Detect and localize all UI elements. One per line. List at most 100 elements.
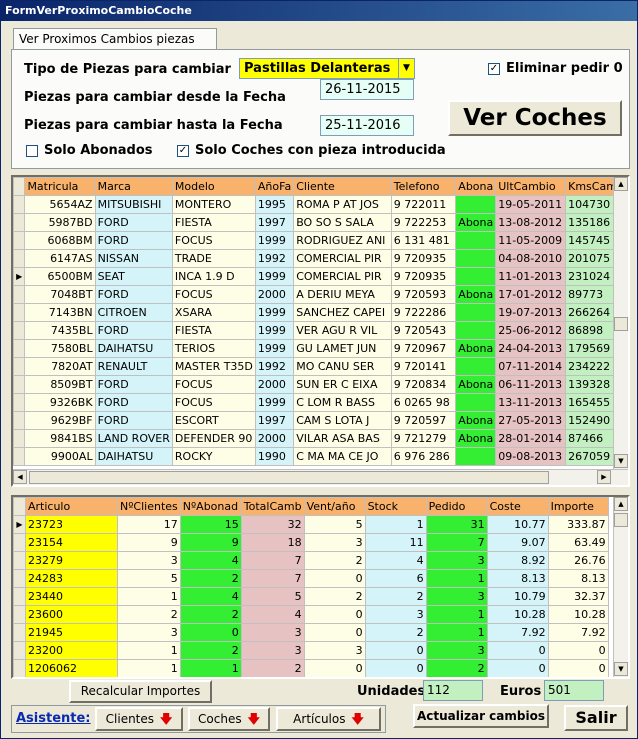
table-cell[interactable]: NISSAN xyxy=(94,249,173,268)
table-cell[interactable]: 2000 xyxy=(254,285,295,304)
scroll-up-icon[interactable]: ▲ xyxy=(614,497,628,511)
table-cell[interactable]: 9 720935 xyxy=(390,249,457,268)
table-cell[interactable]: 7048BT xyxy=(24,285,96,304)
table-cell[interactable]: 31 xyxy=(425,515,488,534)
table-cell[interactable]: 8.13 xyxy=(547,569,609,588)
table-cell[interactable]: 2000 xyxy=(254,429,295,448)
table-cell[interactable]: 18 xyxy=(240,533,305,552)
table-cell[interactable]: RODRIGUEZ ANI xyxy=(293,231,392,250)
table-cell[interactable]: 28-01-2014 xyxy=(495,429,567,448)
table-cell[interactable]: 1999 xyxy=(254,339,295,358)
table-cell[interactable]: INCA 1.9 D xyxy=(171,267,256,286)
table-cell[interactable]: 3 xyxy=(117,551,181,570)
table-cell[interactable] xyxy=(455,357,497,376)
row-selector[interactable] xyxy=(13,587,26,606)
table-row[interactable]: 9629BF FORD ESCORT 1997 CAM S LOTA J9 720597… xyxy=(13,411,628,430)
table-cell[interactable]: 9 720597 xyxy=(390,411,457,430)
table-cell[interactable]: TERIOS xyxy=(171,339,256,358)
table-cell[interactable]: 10.28 xyxy=(547,605,609,624)
table-cell[interactable]: C MA MA CE JO xyxy=(293,447,392,466)
table-cell[interactable]: FOCUS xyxy=(171,231,256,250)
table-cell[interactable]: CAM S LOTA J xyxy=(293,411,392,430)
table-cell[interactable]: SANCHEZ CAPEI xyxy=(293,303,392,322)
table-cell[interactable]: 2 xyxy=(179,641,242,660)
table-cell[interactable]: 1999 xyxy=(254,321,295,340)
salir-button[interactable]: Salir xyxy=(564,705,628,731)
table-cell[interactable]: 2000 xyxy=(254,375,295,394)
table-row[interactable]: 6147AS NISSAN TRADE 1992 COMERCIAL PIR 9 7209… xyxy=(13,249,628,268)
table-cell[interactable]: 2 xyxy=(179,605,242,624)
recalcular-importes-button[interactable]: Recalcular Importes xyxy=(69,680,212,703)
tab-ver-proximos-cambios[interactable]: Ver Proximos Cambios piezas xyxy=(13,28,217,50)
table-cell[interactable]: 2 xyxy=(364,623,427,642)
table-cell[interactable]: 1990 xyxy=(254,447,295,466)
table-cell[interactable]: 9 720593 xyxy=(390,285,457,304)
table-cell[interactable]: 0 xyxy=(486,641,549,660)
table-cell[interactable]: TRADE xyxy=(171,249,256,268)
row-selector[interactable] xyxy=(13,659,26,677)
table-row[interactable]: ▶ 6500BM SEAT INCA 1.9 D 1999 COMERCIAL PIR 9 … xyxy=(13,267,628,286)
table-row[interactable]: 23200 1 2 3 3 0 3 0 0 xyxy=(13,641,609,660)
table-cell[interactable]: 3 xyxy=(303,533,366,552)
table-cell[interactable]: 13-08-2012 xyxy=(495,213,567,232)
table-cell[interactable]: 9 720967 xyxy=(390,339,457,358)
column-header[interactable]: NºAbonad xyxy=(179,497,242,516)
hscroll-thumb[interactable] xyxy=(29,471,549,484)
row-selector[interactable] xyxy=(13,393,26,412)
scroll-up-icon[interactable]: ▲ xyxy=(614,177,628,191)
table-cell[interactable]: 1 xyxy=(425,623,488,642)
table-cell[interactable]: 07-11-2014 xyxy=(495,357,567,376)
table-cell[interactable]: 6 0265 98 xyxy=(390,393,457,412)
table-cell[interactable]: 0 xyxy=(364,659,427,677)
table-cell[interactable]: 23279 xyxy=(25,551,118,570)
table-cell[interactable]: Abona xyxy=(455,375,497,394)
eliminar-pedir-checkbox[interactable]: ✓ Eliminar pedir 0 xyxy=(488,61,623,76)
table-cell[interactable]: 23154 xyxy=(25,533,118,552)
table-cell[interactable]: XSARA xyxy=(171,303,256,322)
table-cell[interactable]: 9326BK xyxy=(24,393,96,412)
table-cell[interactable]: 15 xyxy=(179,515,242,534)
table-row[interactable]: 23279 3 4 7 2 4 3 8.92 26.76 xyxy=(13,551,609,570)
table-cell[interactable]: 3 xyxy=(240,641,305,660)
table-cell[interactable]: 23440 xyxy=(25,587,118,606)
table-cell[interactable]: DAIHATSU xyxy=(94,339,173,358)
table-cell[interactable]: Abona xyxy=(455,411,497,430)
row-selector[interactable] xyxy=(13,339,26,358)
column-header[interactable]: Vent/año xyxy=(303,497,366,516)
scroll-down-icon[interactable]: ▼ xyxy=(614,454,628,468)
table-cell[interactable]: 32.37 xyxy=(547,587,609,606)
solo-abonados-checkbox[interactable]: Solo Abonados xyxy=(26,143,153,158)
table-cell[interactable]: 0 xyxy=(303,569,366,588)
scroll-down-icon[interactable]: ▼ xyxy=(614,662,628,676)
column-header[interactable]: NºClientes xyxy=(117,497,181,516)
table-cell[interactable]: 6147AS xyxy=(24,249,96,268)
actualizar-cambios-button[interactable]: Actualizar cambios xyxy=(413,704,549,728)
table-cell[interactable]: 9 xyxy=(179,533,242,552)
column-header[interactable]: Matricula xyxy=(24,177,96,196)
table-row[interactable]: 23440 1 4 5 2 2 3 10.79 32.37 xyxy=(13,587,609,606)
table-cell[interactable]: LAND ROVER xyxy=(94,429,173,448)
table-cell[interactable]: 7 xyxy=(425,533,488,552)
table-row[interactable]: 24283 5 2 7 0 6 1 8.13 8.13 xyxy=(13,569,609,588)
row-selector[interactable] xyxy=(13,551,26,570)
table-cell[interactable]: ROMA P AT JOS xyxy=(293,195,392,214)
table-cell[interactable]: BO SO S SALA xyxy=(293,213,392,232)
table-cell[interactable]: 63.49 xyxy=(547,533,609,552)
cars-vscroll[interactable]: ▲ ▼ xyxy=(613,177,628,469)
table-cell[interactable]: 11 xyxy=(364,533,427,552)
table-cell[interactable]: 06-11-2013 xyxy=(495,375,567,394)
table-cell[interactable]: MASTER T35D xyxy=(171,357,256,376)
table-cell[interactable]: 0 xyxy=(547,641,609,660)
table-cell[interactable] xyxy=(455,249,497,268)
table-cell[interactable]: 8.13 xyxy=(486,569,549,588)
table-cell[interactable]: 1 xyxy=(179,659,242,677)
table-cell[interactable]: 1997 xyxy=(254,411,295,430)
table-cell[interactable]: 10.28 xyxy=(486,605,549,624)
table-cell[interactable]: 19-07-2013 xyxy=(495,303,567,322)
table-cell[interactable]: 7820AT xyxy=(24,357,96,376)
table-cell[interactable]: 1999 xyxy=(254,303,295,322)
table-cell[interactable]: 2 xyxy=(425,659,488,677)
table-row[interactable]: 9900AL DAIHATSU ROCKY 1990 C MA MA CE JO 6 97… xyxy=(13,447,628,466)
table-cell[interactable]: 9841BS xyxy=(24,429,96,448)
table-cell[interactable]: COMERCIAL PIR xyxy=(293,267,392,286)
